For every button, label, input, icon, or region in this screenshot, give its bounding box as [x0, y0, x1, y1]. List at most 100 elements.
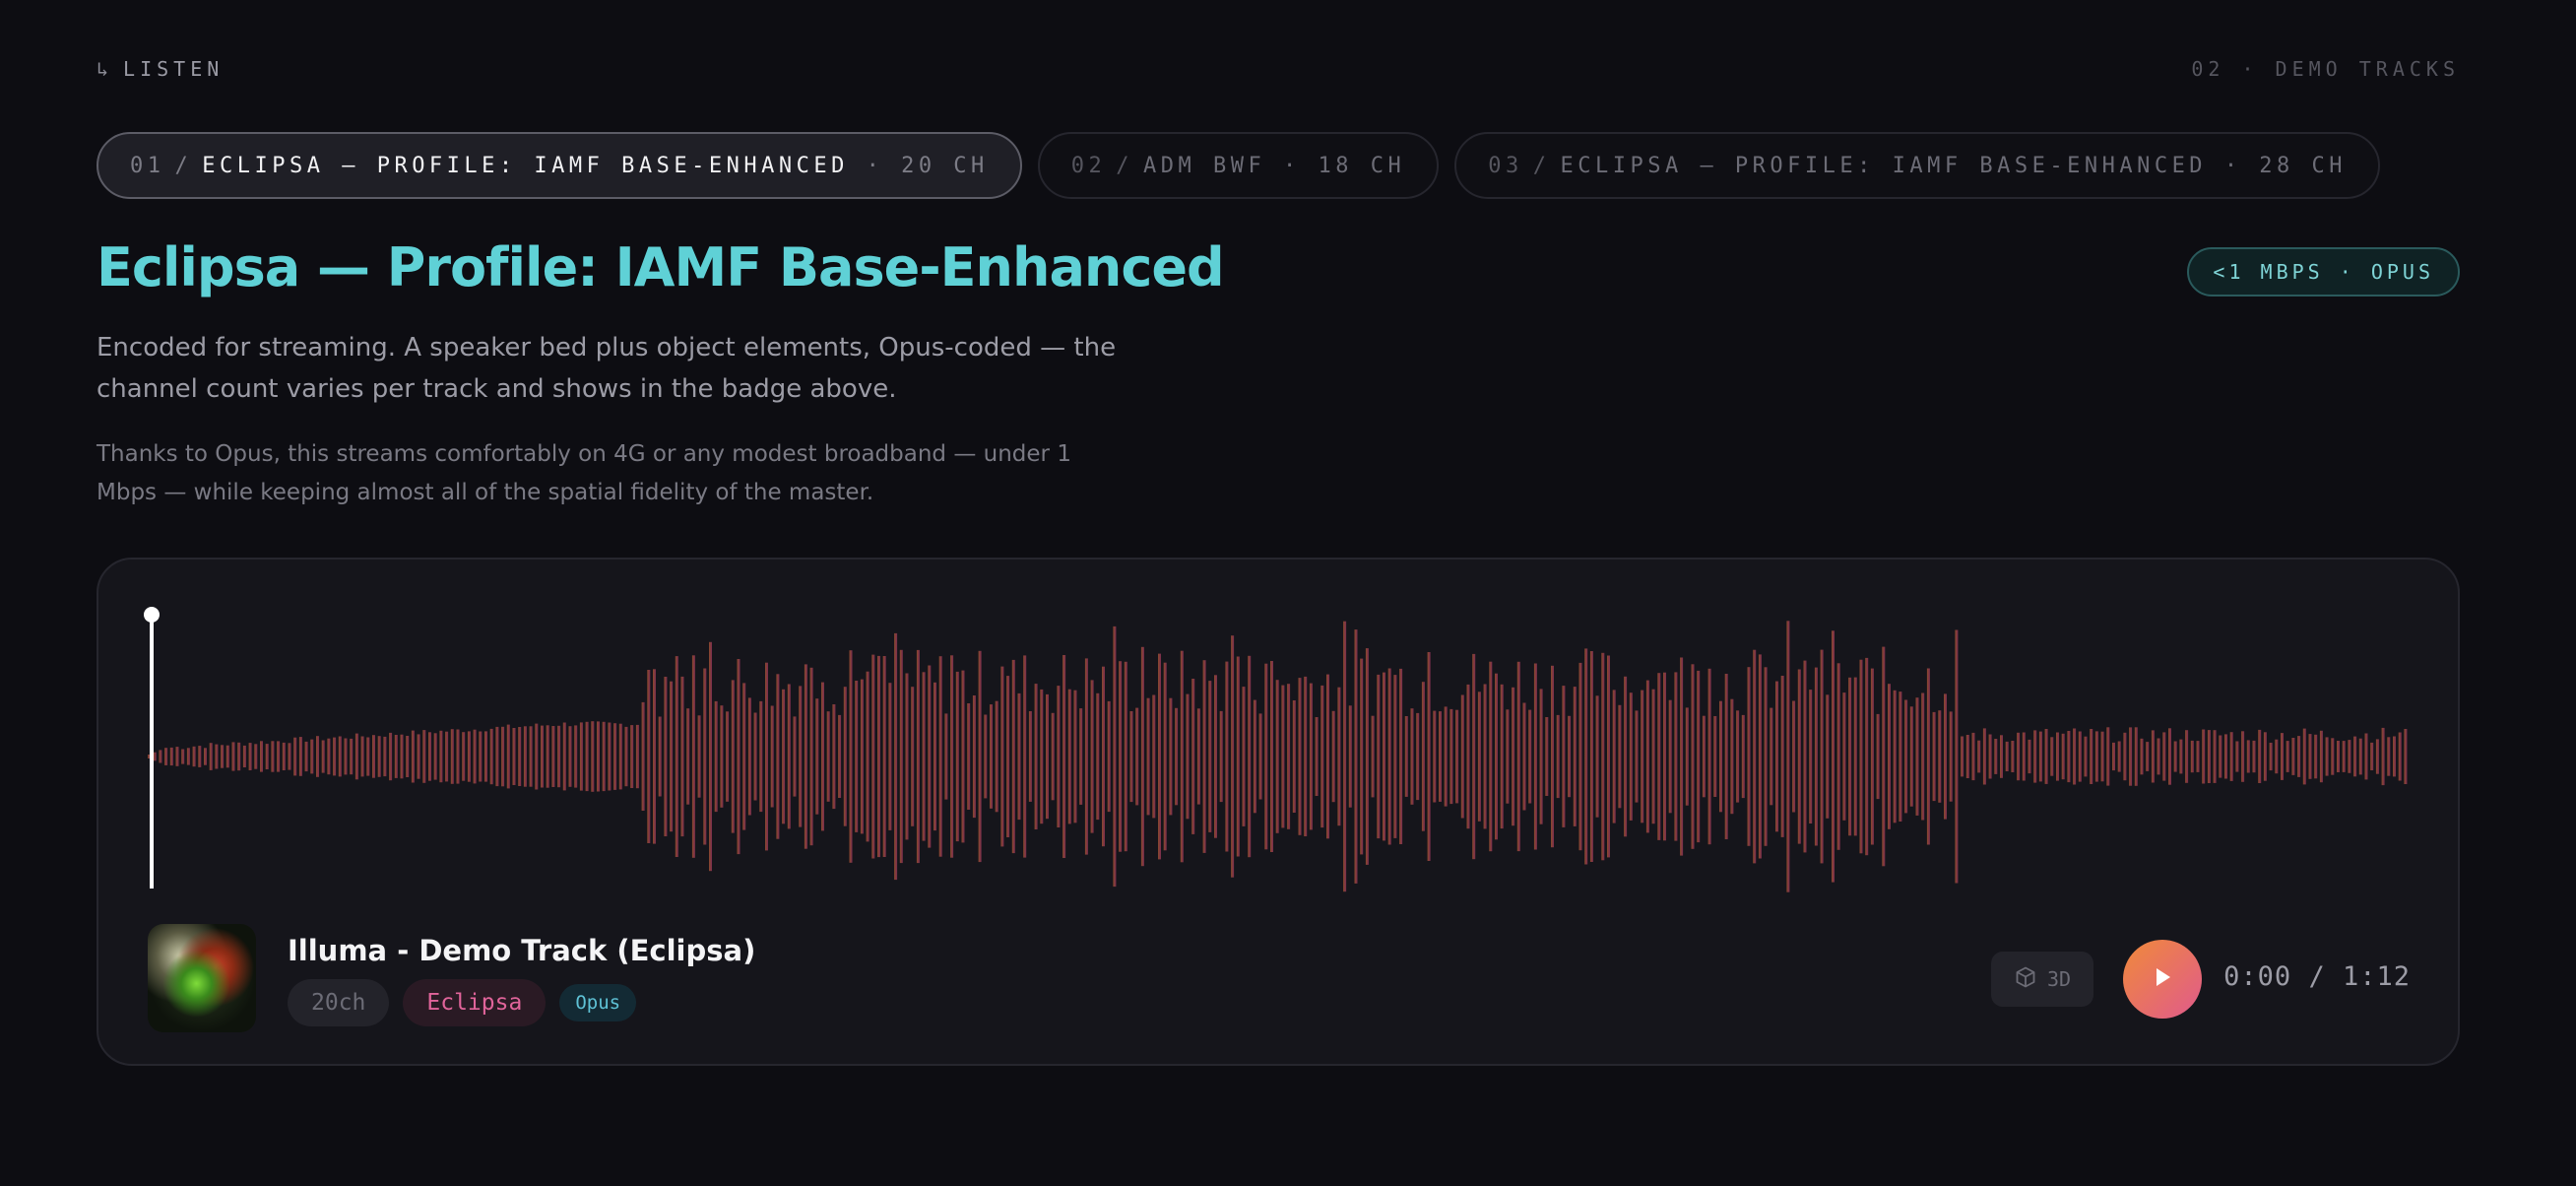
waveform[interactable]: [148, 609, 2413, 904]
waveform-bar: [1124, 661, 1127, 852]
playhead[interactable]: [144, 607, 160, 894]
waveform-bar: [938, 656, 942, 857]
waveform-bar: [1253, 699, 1256, 814]
waveform-bar: [1090, 680, 1094, 833]
play-button[interactable]: [2123, 940, 2202, 1019]
tab-number: 01: [130, 153, 165, 178]
tab-label: ECLIPSA — PROFILE: IAMF BASE-ENHANCED: [202, 153, 849, 178]
waveform-bar: [215, 744, 219, 769]
waveform-bar: [597, 721, 600, 792]
waveform-bar: [1859, 659, 1863, 854]
waveform-bar: [871, 654, 875, 859]
waveform-bar: [2185, 730, 2189, 783]
waveform-bar: [2348, 740, 2351, 773]
waveform-bar: [1921, 692, 1925, 821]
waveform-bar: [1971, 732, 1975, 781]
waveform-bar: [568, 726, 572, 787]
waveform-bar: [882, 656, 886, 857]
waveform-bar: [1944, 693, 1947, 820]
waveform-bar: [1629, 692, 1633, 821]
waveform-bar: [181, 749, 185, 764]
waveform-bar: [512, 728, 516, 785]
3d-label: 3D: [2046, 967, 2072, 991]
waveform-bar: [1551, 665, 1554, 848]
waveform-bar: [2146, 742, 2150, 771]
waveform-bar: [164, 748, 168, 765]
waveform-bar: [2134, 727, 2138, 786]
waveform-bar: [2213, 730, 2217, 783]
waveform-bar: [1096, 692, 1100, 821]
tab-track-1[interactable]: 01 / ECLIPSA — PROFILE: IAMF BASE-ENHANCED…: [97, 132, 1022, 199]
waveform-bar: [1063, 655, 1066, 858]
tab-track-3[interactable]: 03 / ECLIPSA — PROFILE: IAMF BASE-ENHANCED…: [1454, 132, 2381, 199]
waveform-bar: [1034, 684, 1038, 829]
playhead-line: [150, 617, 154, 889]
waveform-bar: [242, 745, 246, 767]
waveform-bar: [770, 705, 774, 808]
waveform-bar: [1612, 690, 1616, 824]
waveform-bar: [747, 697, 751, 816]
waveform-bar: [591, 721, 595, 792]
waveform-bar: [2353, 736, 2357, 777]
waveform-bar: [535, 723, 539, 790]
waveform-bar: [1506, 709, 1510, 804]
tab-track-2[interactable]: 02 / ADM BWF · 18 CH: [1037, 132, 1440, 199]
waveform-bar: [221, 745, 225, 768]
waveform-bar: [821, 682, 824, 831]
waveform-bar: [1102, 666, 1105, 847]
waveform-bar: [501, 726, 505, 787]
time-total: 1:12: [2342, 961, 2411, 992]
waveform-bar: [1067, 689, 1071, 824]
waveform-bar: [400, 734, 404, 779]
waveform-bar: [1533, 663, 1537, 850]
waveform-bar: [2381, 727, 2385, 786]
waveform-bar: [866, 671, 869, 842]
waveform-bar: [2325, 737, 2329, 776]
waveform-bar: [1298, 678, 1302, 835]
waveform-bar: [2067, 731, 2071, 783]
waveform-bar: [2123, 732, 2127, 781]
waveform-bar: [1292, 700, 1296, 813]
waveform-bar: [450, 729, 454, 784]
waveform-bar: [630, 725, 634, 788]
waveform-bar: [350, 738, 354, 775]
waveform-bar: [1568, 715, 1572, 798]
waveform-bar: [1618, 704, 1622, 809]
waveform-bar: [1331, 710, 1335, 803]
3d-toggle-button[interactable]: 3D: [1991, 952, 2093, 1007]
waveform-bar: [787, 684, 791, 829]
waveform-bar: [1780, 676, 1784, 837]
waveform-bar: [2269, 743, 2273, 771]
waveform-bar: [737, 659, 741, 855]
waveform-bar: [473, 729, 477, 784]
waveform-bar: [1309, 683, 1313, 830]
waveform-bar: [742, 683, 746, 830]
cube-icon: [2014, 965, 2037, 994]
waveform-bar: [799, 686, 803, 827]
waveform-bar: [1595, 695, 1599, 818]
waveform-bar: [2319, 730, 2323, 783]
tab-separator: /: [1532, 153, 1551, 178]
waveform-bar: [248, 743, 252, 770]
waveform-bar: [1421, 682, 1425, 831]
waveform-bar: [815, 698, 819, 815]
waveform-bar: [557, 725, 561, 788]
waveform-bar: [2038, 731, 2042, 782]
waveform-bar: [394, 735, 398, 778]
waveform-bar: [714, 700, 718, 813]
waveform-bar: [406, 736, 410, 777]
waveform-bar: [254, 744, 258, 769]
waveform-bar: [1736, 710, 1740, 803]
waveform-bar: [1186, 693, 1190, 820]
waveform-bar: [1512, 687, 1515, 826]
waveform-bar: [1685, 707, 1689, 806]
waveform-bar: [1051, 712, 1055, 801]
waveform-bar: [1988, 734, 1992, 779]
waveform-bar: [950, 655, 954, 858]
waveform-bar: [551, 726, 555, 787]
waveform-bar: [1315, 717, 1319, 796]
waveform-bar: [1410, 708, 1414, 805]
waveform-bar: [1399, 668, 1403, 844]
waveform-bar: [1697, 670, 1701, 843]
waveform-bar: [1231, 635, 1235, 878]
